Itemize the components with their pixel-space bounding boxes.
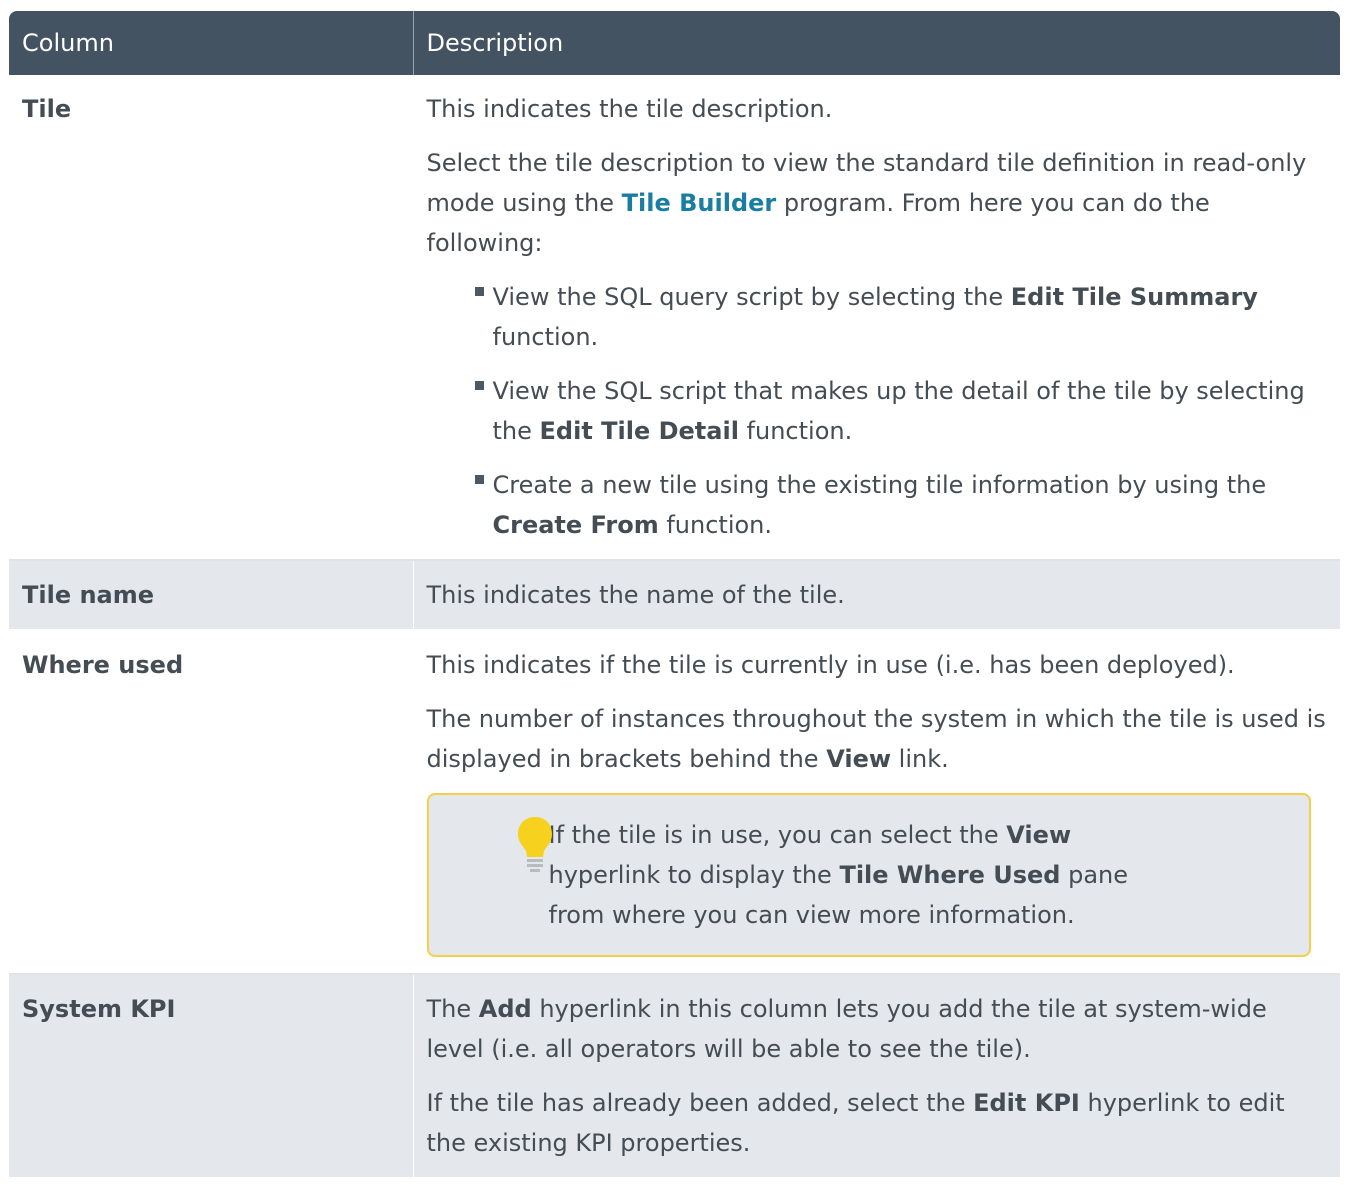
row-description: This indicates the name of the tile. bbox=[412, 560, 1340, 631]
bold-text: Edit Tile Detail bbox=[539, 417, 739, 445]
text: function. bbox=[492, 323, 599, 351]
row-description: This indicates if the tile is currently … bbox=[412, 630, 1340, 975]
square-bullet-icon bbox=[474, 381, 484, 390]
text: hyperlink in this column lets you add th… bbox=[426, 995, 1267, 1063]
text: Create a new tile using the existing til… bbox=[492, 471, 1267, 499]
row-name: System KPI bbox=[9, 974, 413, 1179]
list-item: View the SQL query script by selecting t… bbox=[474, 277, 1328, 357]
text: function. bbox=[738, 417, 853, 445]
tip-text: If the tile is in use, you can select th… bbox=[549, 815, 1286, 935]
header-description: Description bbox=[412, 11, 1340, 75]
header-column: Column bbox=[9, 11, 413, 75]
column-description-table: Column Description Tile This indicates t… bbox=[9, 11, 1340, 1179]
bullet-list: View the SQL query script by selecting t… bbox=[427, 277, 1328, 545]
paragraph: This indicates if the tile is currently … bbox=[426, 651, 1235, 679]
text: If the tile is in use, you can select th… bbox=[548, 821, 1007, 849]
bold-text: Edit KPI bbox=[973, 1089, 1080, 1117]
text: View the SQL query script by selecting t… bbox=[492, 283, 1011, 311]
table-row-tile-name: Tile name This indicates the name of the… bbox=[9, 560, 1340, 631]
lightbulb-icon bbox=[429, 815, 552, 935]
square-bullet-icon bbox=[474, 475, 484, 484]
table-row-system-kpi: System KPI The Add hyperlink in this col… bbox=[9, 974, 1340, 1179]
row-description: This indicates the tile description. Sel… bbox=[412, 75, 1340, 561]
bold-text: Tile Where Used bbox=[839, 861, 1061, 889]
text: link. bbox=[891, 745, 949, 773]
table-row-where-used: Where used This indicates if the tile is… bbox=[9, 630, 1340, 975]
paragraph: The Add hyperlink in this column lets yo… bbox=[427, 989, 1328, 1069]
bold-text: Edit Tile Summary bbox=[1010, 283, 1258, 311]
paragraph: If the tile has already been added, sele… bbox=[427, 1083, 1328, 1163]
row-name: Tile name bbox=[9, 560, 413, 631]
paragraph: Select the tile description to view the … bbox=[427, 143, 1328, 263]
bold-text: View bbox=[1006, 821, 1072, 849]
tile-builder-link[interactable]: Tile Builder bbox=[622, 189, 777, 217]
bold-text: View bbox=[826, 745, 892, 773]
list-item: Create a new tile using the existing til… bbox=[474, 465, 1328, 545]
column-description-table-wrapper: Column Description Tile This indicates t… bbox=[9, 11, 1340, 1179]
row-name: Where used bbox=[9, 630, 413, 975]
table-row-tile: Tile This indicates the tile description… bbox=[9, 75, 1340, 561]
table-header-row: Column Description bbox=[9, 11, 1340, 75]
row-description: The Add hyperlink in this column lets yo… bbox=[412, 974, 1340, 1179]
text: hyperlink to display the bbox=[548, 861, 840, 889]
row-name: Tile bbox=[9, 75, 413, 561]
text: function. bbox=[658, 511, 773, 539]
text: The bbox=[426, 995, 479, 1023]
tip-callout: If the tile is in use, you can select th… bbox=[426, 793, 1311, 957]
paragraph: This indicates the tile description. bbox=[426, 95, 833, 123]
paragraph: The number of instances throughout the s… bbox=[427, 699, 1328, 779]
bold-text: Create From bbox=[492, 511, 659, 539]
paragraph: This indicates the name of the tile. bbox=[426, 581, 845, 609]
bold-text: Add bbox=[478, 995, 532, 1023]
text: If the tile has already been added, sele… bbox=[426, 1089, 974, 1117]
list-item: View the SQL script that makes up the de… bbox=[474, 371, 1328, 451]
square-bullet-icon bbox=[474, 287, 484, 296]
